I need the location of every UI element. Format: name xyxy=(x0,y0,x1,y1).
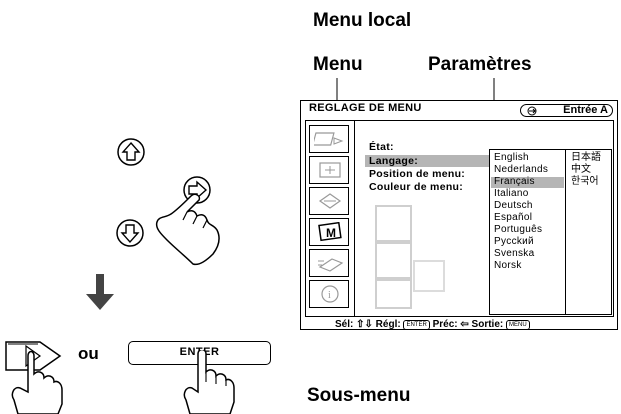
enter-arrow-button-illustration xyxy=(5,341,63,414)
osd-title: REGLAGE DE MENU xyxy=(309,102,422,114)
enter-key-icon: ENTER xyxy=(403,320,430,330)
menu-setup-icon[interactable]: M xyxy=(309,218,349,246)
down-flow-arrow-icon xyxy=(86,274,114,310)
language-divider xyxy=(565,150,566,314)
left-arrow-icon: ⇦ xyxy=(460,319,469,330)
lang-item[interactable]: Svenska xyxy=(494,248,534,260)
lang-item[interactable]: Nederlands xyxy=(494,164,548,176)
param-position-menu[interactable]: Position de menu: xyxy=(369,168,465,180)
lang-item[interactable]: 한국어 xyxy=(571,176,599,188)
svg-text:i: i xyxy=(328,290,331,301)
lang-item[interactable]: Português xyxy=(494,224,542,236)
param-langage[interactable]: Langage: xyxy=(369,155,418,167)
picture-icon[interactable] xyxy=(309,125,349,153)
up-down-icon: ⇧⇩ xyxy=(356,319,373,330)
lang-item[interactable]: Pycckий xyxy=(494,236,534,248)
down-arrow-button-icon[interactable] xyxy=(116,219,144,247)
lang-item[interactable]: English xyxy=(494,152,529,164)
param-etat[interactable]: État: xyxy=(369,141,394,153)
osd-frame: M i État: Langage: Position de menu: Cou… xyxy=(305,120,614,317)
background-decoration xyxy=(375,205,445,309)
input-indicator: Entrée A xyxy=(520,104,613,117)
enter-pressing-hand-icon xyxy=(183,350,235,414)
svg-text:M: M xyxy=(326,226,336,240)
menu-icon-column: M i xyxy=(306,121,355,316)
up-arrow-button-icon[interactable] xyxy=(117,138,145,166)
installation-icon[interactable] xyxy=(309,249,349,277)
footer-regl: Régl: xyxy=(375,319,401,330)
input-icon xyxy=(527,106,537,116)
menu-key-icon: MENU xyxy=(506,320,530,330)
menu-setting-screen: REGLAGE DE MENU Entrée A M i État: Langa… xyxy=(300,100,618,330)
picture-adjust-icon[interactable] xyxy=(309,156,349,184)
or-label: ou xyxy=(78,344,99,363)
lang-item[interactable]: Español xyxy=(494,212,532,224)
footer-prec: Préc: xyxy=(432,319,458,330)
lang-item[interactable]: Norsk xyxy=(494,260,522,272)
footer-sel: Sél: xyxy=(335,319,354,330)
lang-item[interactable]: 日本語 xyxy=(571,152,601,164)
footer-sortie: Sortie: xyxy=(471,319,504,330)
lang-item[interactable]: 中文 xyxy=(571,164,591,176)
pressing-hand-icon xyxy=(155,193,220,266)
language-submenu: English Nederlands Français Italiano Deu… xyxy=(489,149,612,315)
input-indicator-label: Entrée A xyxy=(563,104,608,116)
input-setting-icon[interactable] xyxy=(309,187,349,215)
lang-item[interactable]: Deutsch xyxy=(494,200,533,212)
osd-footer: Sél: ⇧⇩ Régl: ENTER Préc: ⇦ Sortie: MENU xyxy=(335,319,530,330)
lang-item[interactable]: Italiano xyxy=(494,188,529,200)
arrow-buttons-illustration xyxy=(116,138,220,266)
information-icon[interactable]: i xyxy=(309,280,349,308)
param-couleur-menu[interactable]: Couleur de menu: xyxy=(369,181,463,193)
lang-item-selected[interactable]: Français xyxy=(494,176,535,188)
